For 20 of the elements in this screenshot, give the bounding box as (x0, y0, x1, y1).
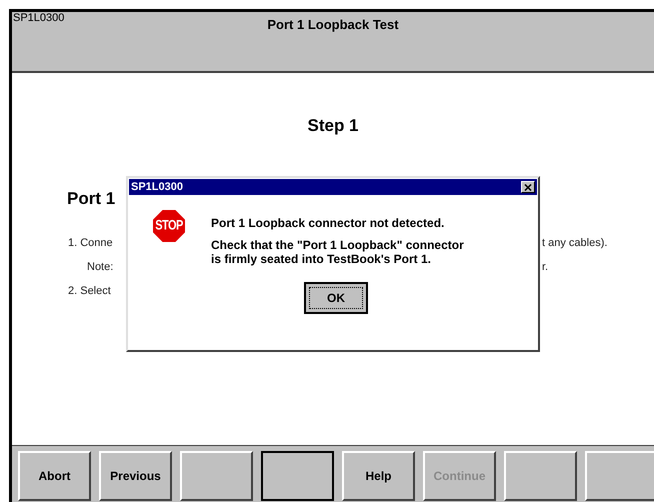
dialog-title: SP1L0300 (131, 180, 183, 195)
instruction-text: 1. Conne (68, 237, 113, 250)
instruction-text: Note: (87, 261, 114, 274)
toolbar-button[interactable]: Abort (18, 451, 91, 501)
blank-button[interactable] (261, 451, 334, 501)
instruction-text: 2. Select (68, 285, 111, 298)
instruction-text: r. (542, 260, 548, 276)
instruction-text: t any cables). (542, 236, 608, 252)
section-heading: Port 1 (67, 188, 116, 208)
dialog-detail: Check that the "Port 1 Loopback" connector is firmly seated into TestBook's Port 1. (211, 238, 465, 266)
step-heading: Step 1 (307, 115, 359, 137)
close-icon (524, 184, 532, 190)
stop-sign-icon: STOP (153, 210, 185, 242)
toolbar-button[interactable]: Help (342, 451, 415, 501)
screen-code: SP1L0300 (13, 13, 64, 24)
toolbar-button[interactable]: Previous (99, 451, 172, 501)
close-button[interactable] (521, 181, 535, 193)
window-title: Port 1 Loopback Test (267, 16, 399, 34)
ok-button[interactable]: OK (304, 282, 368, 314)
dialog-message: Port 1 Loopback connector not detected. (211, 215, 446, 232)
